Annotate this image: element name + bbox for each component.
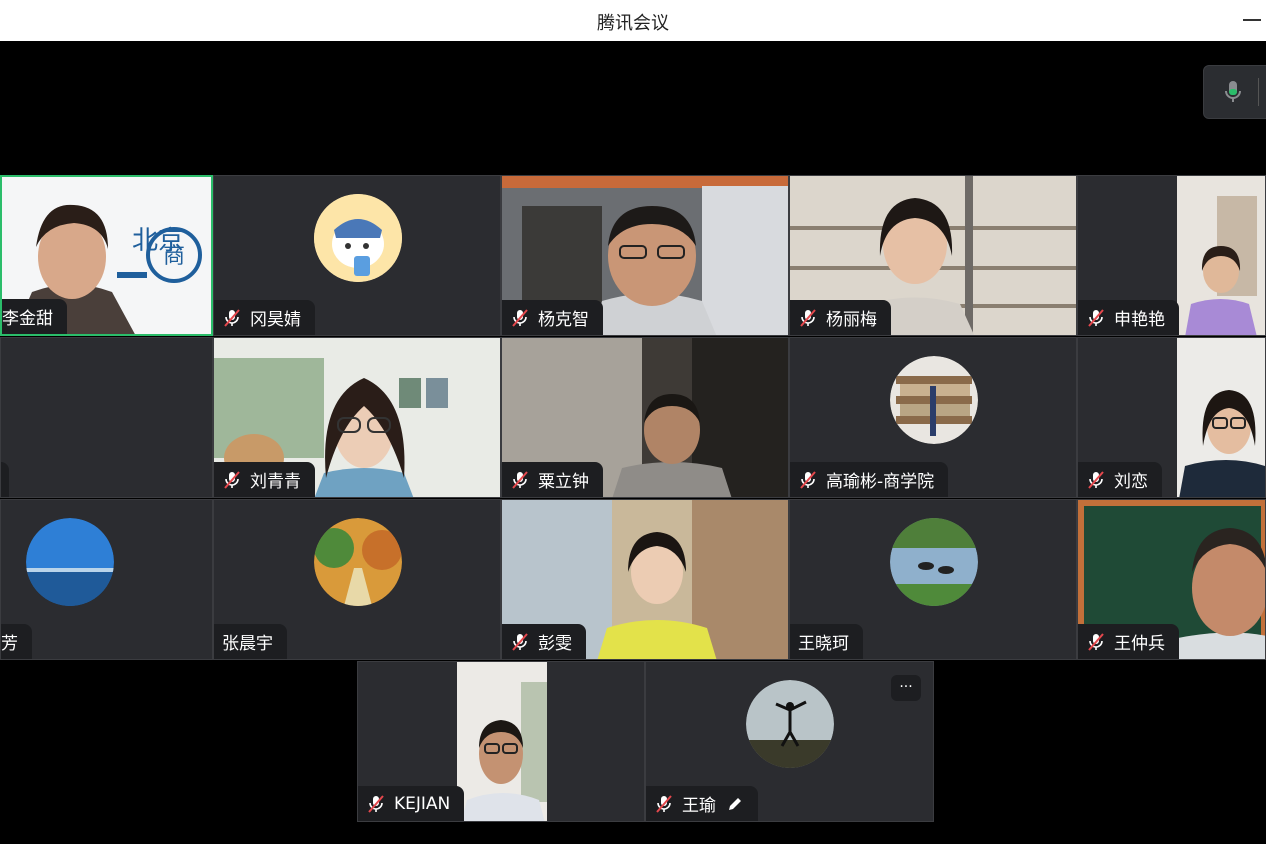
mic-status-widget[interactable] bbox=[1203, 65, 1266, 119]
participant-name-tag: 申艳艳 bbox=[1078, 300, 1179, 335]
video-tile[interactable]: 杨丽梅 bbox=[789, 175, 1077, 336]
muted-mic-icon bbox=[510, 308, 530, 328]
muted-mic-icon bbox=[510, 470, 530, 490]
microphone-icon bbox=[1225, 81, 1241, 102]
muted-mic-icon bbox=[798, 470, 818, 490]
participant-video bbox=[1177, 176, 1265, 335]
participant-name-tag: 杨克智 bbox=[502, 300, 603, 335]
muted-mic-icon bbox=[366, 794, 386, 814]
video-tile[interactable]: 芳 bbox=[0, 499, 213, 660]
muted-mic-icon bbox=[222, 308, 242, 328]
video-tile[interactable] bbox=[0, 337, 213, 498]
muted-mic-icon bbox=[510, 632, 530, 652]
video-tile[interactable]: 王晓珂 bbox=[789, 499, 1077, 660]
video-tile[interactable]: KEJIAN bbox=[357, 661, 645, 822]
participant-name-tag bbox=[1, 462, 9, 497]
video-tile[interactable]: ··· 王瑜 bbox=[645, 661, 934, 822]
muted-mic-icon bbox=[798, 308, 818, 328]
title-bar: 腾讯会议 bbox=[0, 0, 1266, 41]
video-tile[interactable]: 高瑜彬-商学院 bbox=[789, 337, 1077, 498]
edit-pen-icon[interactable] bbox=[726, 795, 744, 813]
video-tile[interactable]: 王仲兵 bbox=[1077, 499, 1266, 660]
participant-name-tag: 高瑜彬-商学院 bbox=[790, 462, 949, 497]
muted-mic-icon bbox=[1086, 470, 1106, 490]
video-tile-speaker[interactable]: 商 北京 李金甜 bbox=[0, 175, 213, 336]
participant-name-tag: 刘恋 bbox=[1078, 462, 1162, 497]
video-tile[interactable]: 冈昊婧 bbox=[213, 175, 501, 336]
participant-name-tag: 王瑜 bbox=[646, 786, 758, 821]
participant-name-tag: 王仲兵 bbox=[1078, 624, 1179, 659]
video-tile[interactable]: 张晨宇 bbox=[213, 499, 501, 660]
muted-mic-icon bbox=[222, 470, 242, 490]
widget-divider bbox=[1258, 78, 1259, 106]
participant-video bbox=[457, 662, 547, 821]
svg-text:北京: 北京 bbox=[132, 226, 184, 256]
participant-video bbox=[1177, 338, 1265, 497]
muted-mic-icon bbox=[654, 794, 674, 814]
video-tile[interactable]: 刘恋 bbox=[1077, 337, 1266, 498]
avatar bbox=[890, 518, 978, 606]
participant-name-tag: 张晨宇 bbox=[214, 624, 287, 659]
avatar bbox=[26, 518, 114, 606]
muted-mic-icon bbox=[1086, 632, 1106, 652]
video-tile[interactable]: 彭雯 bbox=[501, 499, 789, 660]
participant-name-tag: 彭雯 bbox=[502, 624, 586, 659]
participant-name-tag: 李金甜 bbox=[2, 299, 67, 334]
window-title: 腾讯会议 bbox=[597, 13, 669, 34]
participant-name-tag: KEJIAN bbox=[358, 786, 465, 821]
video-tile[interactable]: 刘青青 bbox=[213, 337, 501, 498]
more-options-button[interactable]: ··· bbox=[891, 675, 921, 701]
avatar bbox=[746, 680, 834, 768]
video-tile[interactable]: 杨克智 bbox=[501, 175, 789, 336]
participant-name-tag: 粟立钟 bbox=[502, 462, 603, 497]
participant-name-tag: 杨丽梅 bbox=[790, 300, 891, 335]
participant-name-tag: 王晓珂 bbox=[790, 624, 863, 659]
participant-name-tag: 芳 bbox=[1, 624, 32, 659]
avatar bbox=[314, 194, 402, 282]
muted-mic-icon bbox=[1086, 308, 1106, 328]
video-tile[interactable]: 粟立钟 bbox=[501, 337, 789, 498]
avatar bbox=[314, 518, 402, 606]
video-tile[interactable]: 申艳艳 bbox=[1077, 175, 1266, 336]
minimize-button[interactable] bbox=[1243, 19, 1261, 21]
participant-name-tag: 刘青青 bbox=[214, 462, 315, 497]
avatar bbox=[890, 356, 978, 444]
participant-name-tag: 冈昊婧 bbox=[214, 300, 315, 335]
